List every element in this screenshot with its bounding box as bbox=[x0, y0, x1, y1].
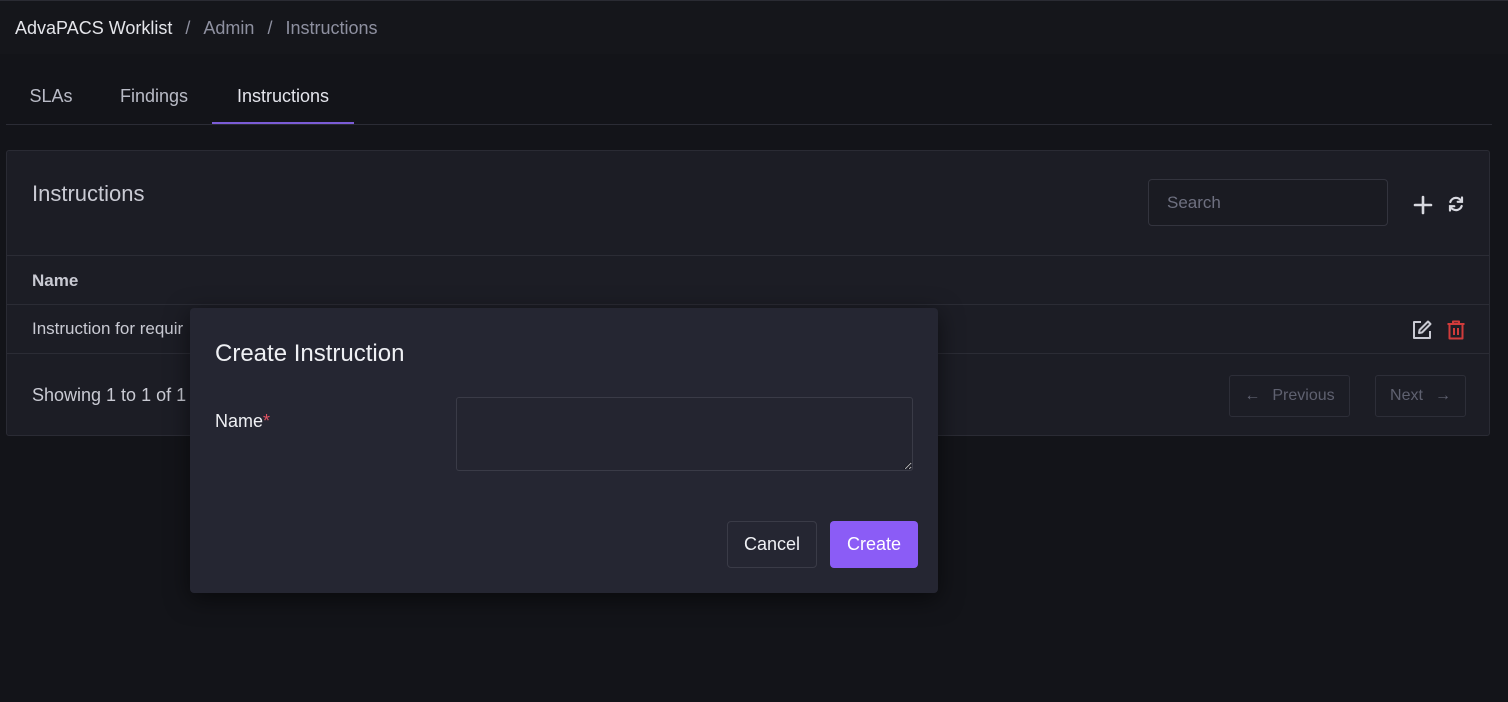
trash-icon[interactable] bbox=[1443, 317, 1469, 343]
create-button[interactable]: Create bbox=[830, 521, 918, 568]
breadcrumb-instructions: Instructions bbox=[285, 18, 378, 38]
column-header-name[interactable]: Name bbox=[32, 271, 78, 291]
required-marker: * bbox=[263, 411, 271, 431]
tab-bar: SLAs Findings Instructions bbox=[6, 68, 1492, 125]
next-label: Next bbox=[1390, 387, 1423, 404]
card-title: Instructions bbox=[32, 181, 145, 206]
arrow-right-icon: → bbox=[1434, 387, 1451, 404]
previous-button[interactable]: ← Previous bbox=[1229, 375, 1350, 417]
arrow-left-icon: ← bbox=[1244, 387, 1261, 404]
breadcrumb-separator: / bbox=[185, 18, 191, 38]
refresh-icon[interactable] bbox=[1443, 191, 1469, 217]
edit-icon[interactable] bbox=[1409, 317, 1435, 343]
name-label-text: Name bbox=[215, 411, 264, 431]
next-button[interactable]: Next → bbox=[1375, 375, 1466, 417]
pagination-summary: Showing 1 to 1 of 1 bbox=[32, 385, 187, 405]
table-header: Name bbox=[7, 255, 1489, 305]
top-bar: AdvaPACS Worklist / Admin / Instructions bbox=[0, 0, 1508, 54]
breadcrumb-admin[interactable]: Admin bbox=[203, 18, 254, 39]
breadcrumb: AdvaPACS Worklist / Admin / Instructions bbox=[15, 18, 378, 39]
previous-label: Previous bbox=[1272, 387, 1335, 404]
row-name-cell: Instruction for requir bbox=[32, 319, 184, 338]
breadcrumb-root[interactable]: AdvaPACS Worklist bbox=[15, 18, 172, 39]
tab-instructions[interactable]: Instructions bbox=[212, 68, 354, 124]
tab-findings[interactable]: Findings bbox=[96, 68, 212, 124]
create-instruction-dialog: Create Instruction Name* Cancel Create bbox=[190, 308, 938, 593]
plus-icon[interactable] bbox=[1410, 192, 1436, 218]
search-input[interactable] bbox=[1148, 179, 1388, 226]
dialog-title: Create Instruction bbox=[215, 340, 405, 367]
breadcrumb-separator: / bbox=[267, 18, 273, 38]
cancel-button[interactable]: Cancel bbox=[727, 521, 817, 568]
tab-slas[interactable]: SLAs bbox=[6, 68, 96, 124]
name-field-label: Name* bbox=[215, 411, 270, 432]
name-field[interactable] bbox=[456, 397, 913, 471]
